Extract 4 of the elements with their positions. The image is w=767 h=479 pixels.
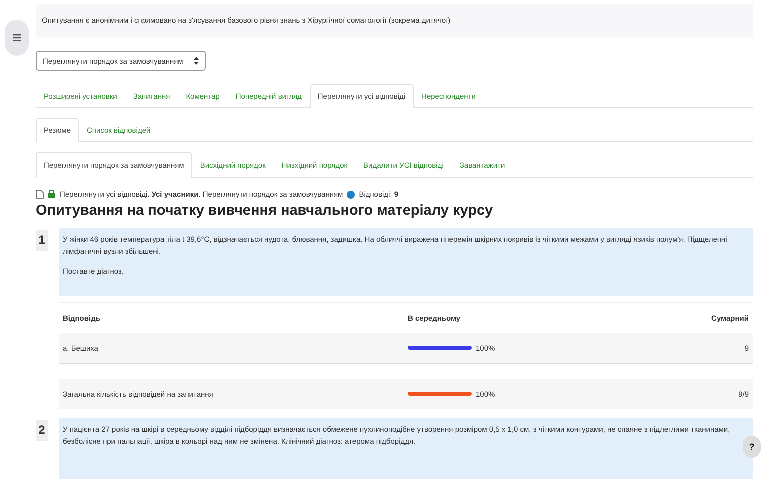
question-number: 2 [36, 420, 48, 441]
question-number: 1 [36, 230, 48, 251]
help-button[interactable]: ? [743, 436, 761, 458]
survey-title: Опитування на початку вивчення навчального матеріалу курсу [36, 203, 494, 219]
